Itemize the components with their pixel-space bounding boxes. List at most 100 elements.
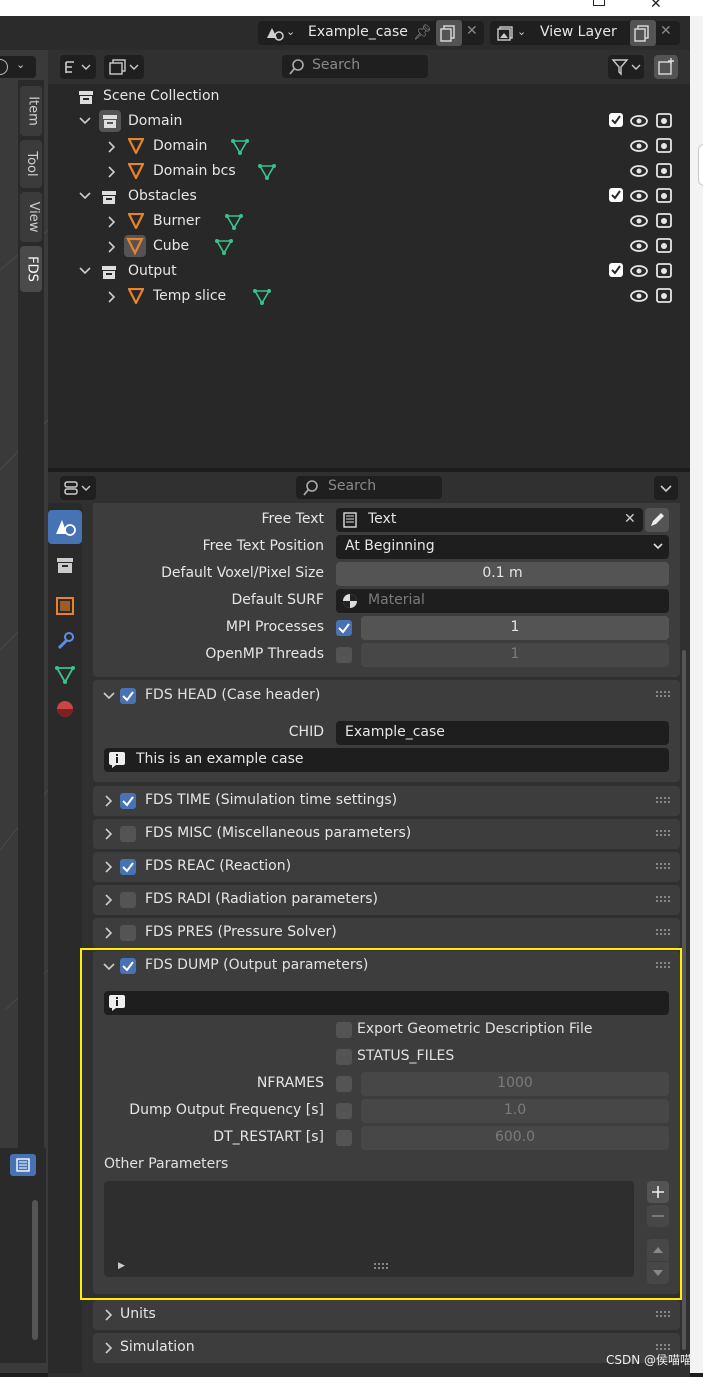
fds-reac-panel[interactable]: FDS REAC (Reaction)	[93, 852, 680, 882]
outliner-label: Obstacles	[128, 188, 197, 204]
visibility-toggles[interactable]	[628, 109, 678, 309]
voxel-size-field[interactable]: 0.1 m	[336, 562, 669, 586]
outliner-search[interactable]: Search	[282, 55, 428, 78]
chevron-down-icon[interactable]	[102, 690, 116, 702]
tab-item[interactable]: Item	[20, 86, 42, 136]
editor-type-button[interactable]	[60, 476, 96, 500]
chevron-down-icon[interactable]	[78, 265, 92, 277]
properties-scrollbar[interactable]	[682, 650, 686, 1350]
free-text-position-dropdown[interactable]: At Beginning	[336, 535, 669, 559]
drag-grip-icon[interactable]	[656, 929, 670, 935]
maximize-icon[interactable]	[593, 0, 605, 6]
panel-enable-checkbox[interactable]	[120, 859, 136, 875]
new-scene-icon[interactable]	[436, 20, 462, 46]
scrollbar[interactable]	[32, 1200, 38, 1340]
outliner-row[interactable]: Burner	[48, 209, 690, 234]
scene-selector[interactable]: ⌄ Example_case 📌︎ ✕	[258, 20, 484, 46]
collection-tab-icon[interactable]	[48, 549, 82, 583]
drag-grip-icon[interactable]	[656, 797, 670, 803]
collection-icon	[101, 264, 117, 280]
view-layer-icon	[496, 25, 516, 41]
panel-enable-checkbox[interactable]	[120, 826, 136, 842]
tab-fds[interactable]: FDS	[20, 246, 42, 292]
outliner-row[interactable]: Scene Collection	[48, 84, 690, 109]
outliner-row[interactable]: Output	[48, 259, 690, 284]
material-tab-icon[interactable]	[48, 692, 82, 726]
chevron-down-icon[interactable]	[78, 115, 92, 127]
view-layer-name[interactable]: View Layer	[540, 24, 617, 40]
drag-grip-icon[interactable]	[656, 1344, 670, 1350]
panel-enable-checkbox[interactable]	[120, 793, 136, 809]
fds-pres-panel[interactable]: FDS PRES (Pressure Solver)	[93, 918, 680, 948]
outliner-row[interactable]: Domain	[48, 134, 690, 159]
mpi-checkbox[interactable]	[336, 620, 352, 636]
simulation-panel[interactable]: Simulation	[93, 1333, 680, 1363]
panel-enable-checkbox[interactable]	[120, 892, 136, 908]
openmp-checkbox[interactable]	[336, 647, 352, 663]
drag-grip-icon[interactable]	[656, 830, 670, 836]
openmp-threads-field[interactable]: 1	[361, 643, 669, 667]
outliner-row[interactable]: Cube	[48, 234, 690, 259]
fds-radi-panel[interactable]: FDS RADI (Radiation parameters)	[93, 885, 680, 915]
text-editor-icon[interactable]	[10, 1154, 36, 1176]
chevron-right-icon[interactable]	[106, 240, 118, 254]
panel-enable-checkbox[interactable]	[120, 925, 136, 941]
new-collection-button[interactable]	[654, 55, 678, 79]
drag-grip-icon[interactable]	[656, 1311, 670, 1317]
head-panel-title[interactable]: FDS HEAD (Case header)	[145, 687, 320, 703]
mpi-processes-field[interactable]: 1	[361, 616, 669, 640]
units-panel[interactable]: Units	[93, 1300, 680, 1330]
tab-tool[interactable]: Tool	[20, 140, 42, 188]
collection-icon	[101, 189, 117, 205]
close-window-icon[interactable]: ✕	[650, 0, 662, 12]
scene-tab-icon[interactable]	[48, 510, 82, 544]
edit-text-button[interactable]	[645, 508, 669, 532]
outliner-row[interactable]: Domain bcs	[48, 159, 690, 184]
viewport-shading-icon[interactable]: ⌄	[0, 56, 36, 78]
filter-button[interactable]	[608, 55, 644, 79]
drag-grip-icon[interactable]	[656, 863, 670, 869]
tab-view[interactable]: View	[20, 192, 42, 242]
chid-field[interactable]: Example_case	[336, 721, 669, 745]
material-icon	[342, 593, 358, 609]
object-icon	[128, 213, 144, 229]
chevron-right-icon[interactable]	[106, 165, 118, 179]
drag-grip-icon[interactable]	[656, 896, 670, 902]
free-text-field[interactable]: Text ✕	[336, 508, 643, 532]
mesh-data-tab-icon[interactable]	[48, 658, 82, 692]
drag-grip-icon[interactable]	[656, 691, 693, 697]
head-enable-checkbox[interactable]	[120, 688, 136, 704]
view-layer-selector[interactable]: ⌄ View Layer ✕	[490, 20, 680, 46]
scene-name[interactable]: Example_case	[308, 24, 408, 40]
pin-icon[interactable]: 📌︎	[413, 23, 432, 41]
filter-view-button[interactable]	[104, 55, 144, 79]
chevron-right-icon[interactable]	[106, 215, 118, 229]
fds-misc-panel[interactable]: FDS MISC (Miscellaneous parameters)	[93, 819, 680, 849]
outliner-label: Domain	[128, 113, 183, 129]
chevron-down-icon[interactable]	[78, 190, 92, 202]
properties-search[interactable]: Search	[296, 476, 442, 499]
modifier-wrench-icon[interactable]	[48, 624, 82, 658]
chevron-right-icon[interactable]	[106, 140, 118, 154]
chevron-right-icon	[103, 860, 115, 874]
clear-icon[interactable]: ✕	[624, 511, 636, 527]
options-dropdown[interactable]	[654, 476, 678, 500]
chevron-right-icon	[103, 893, 115, 907]
chevron-right-icon[interactable]	[106, 290, 118, 304]
collection-icon	[78, 89, 94, 105]
close-icon[interactable]: ✕	[466, 23, 478, 39]
outliner-row[interactable]: Temp slice	[48, 284, 690, 309]
default-surf-field[interactable]: Material	[336, 589, 669, 613]
new-view-layer-icon[interactable]	[630, 20, 656, 46]
panel-title: FDS PRES (Pressure Solver)	[145, 924, 337, 940]
fds-time-panel[interactable]: FDS TIME (Simulation time settings)	[93, 786, 680, 816]
outliner-row[interactable]: Domain	[48, 109, 690, 134]
exclude-checkbox[interactable]	[609, 263, 623, 277]
exclude-checkbox[interactable]	[609, 113, 623, 127]
case-title-field[interactable]: This is an example case	[104, 748, 669, 772]
object-tab-icon[interactable]	[48, 589, 82, 623]
display-mode-button[interactable]	[60, 55, 96, 79]
exclude-checkbox[interactable]	[609, 188, 623, 202]
close-icon[interactable]: ✕	[660, 23, 672, 39]
outliner-row[interactable]: Obstacles	[48, 184, 690, 209]
